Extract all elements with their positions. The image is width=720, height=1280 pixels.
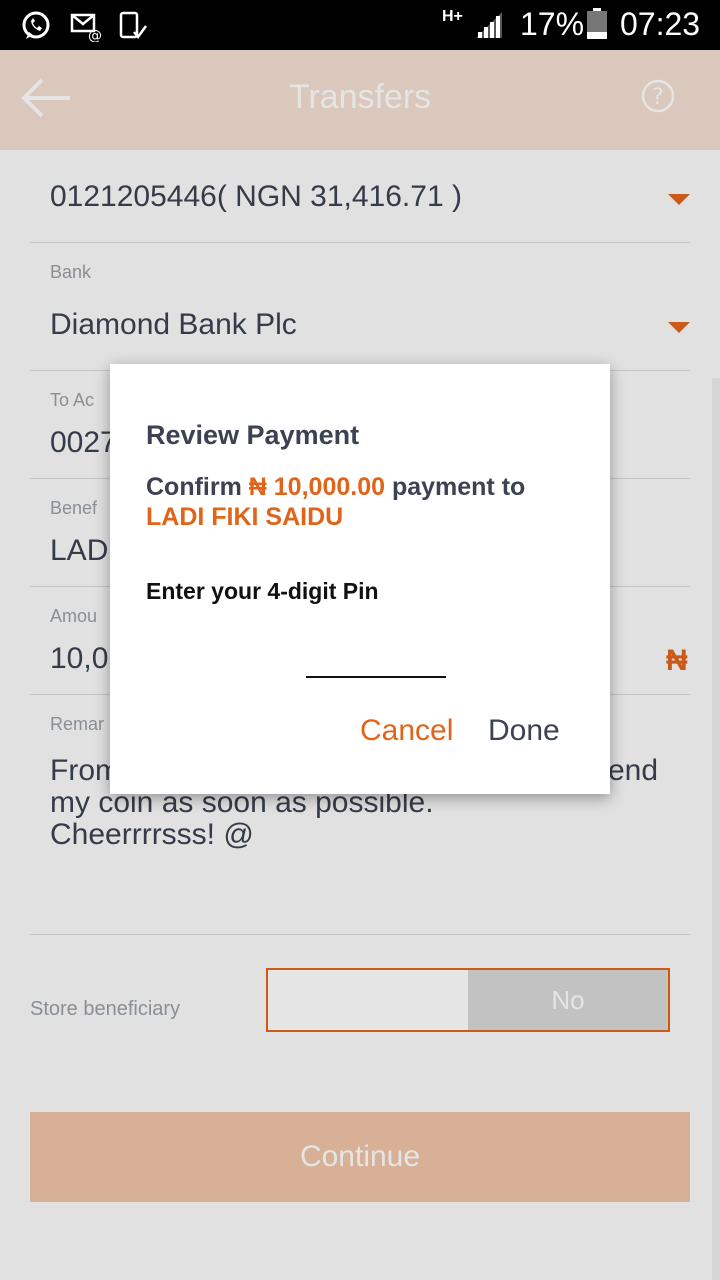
status-bar: @ H+ 17% 07:23: [0, 0, 720, 50]
scrollbar: [712, 378, 720, 1280]
email-notification-icon: @: [70, 13, 102, 42]
battery-icon: [587, 8, 607, 39]
cancel-button[interactable]: Cancel: [360, 714, 453, 748]
network-type: H+: [442, 8, 463, 25]
dialog-title: Review Payment: [146, 420, 360, 450]
done-button[interactable]: Done: [488, 714, 560, 748]
signal-icon: [476, 12, 502, 38]
review-payment-dialog: Review Payment Confirm ₦ 10,000.00 payme…: [110, 364, 610, 794]
confirm-prefix: Confirm: [146, 473, 242, 501]
confirm-message: Confirm ₦ 10,000.00 payment to LADI FIKI…: [146, 472, 586, 532]
phone-check-icon: [119, 11, 148, 40]
payment-amount: ₦ 10,000.00: [248, 473, 385, 501]
pin-label: Enter your 4-digit Pin: [146, 578, 379, 604]
svg-text:@: @: [88, 28, 102, 42]
recipient-name: LADI FIKI SAIDU: [146, 503, 344, 531]
confirm-suffix: payment to: [391, 473, 526, 501]
whatsapp-icon: [22, 11, 50, 39]
pin-input[interactable]: [306, 640, 446, 678]
battery-percent: 17%: [520, 6, 585, 42]
clock: 07:23: [620, 6, 701, 42]
